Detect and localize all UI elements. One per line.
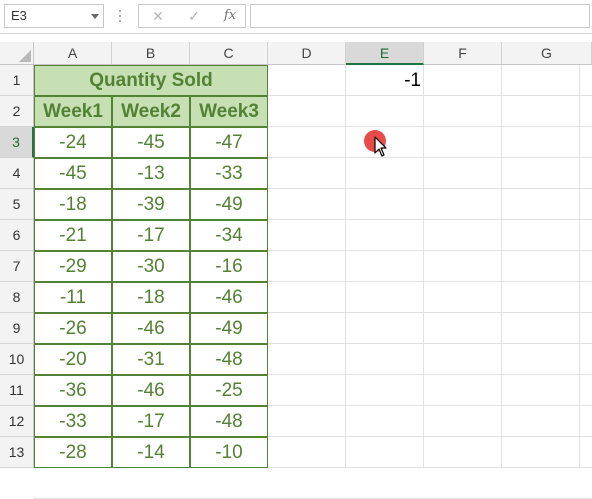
- data-cell[interactable]: -47: [190, 127, 268, 158]
- chevron-down-icon[interactable]: [91, 14, 99, 19]
- table-title-cell[interactable]: Quantity Sold: [34, 65, 268, 96]
- select-all-button[interactable]: [0, 42, 34, 65]
- data-cell[interactable]: -17: [112, 220, 190, 251]
- week-header-cell[interactable]: Week2: [112, 96, 190, 127]
- data-cell[interactable]: -18: [34, 189, 112, 220]
- column-header-e[interactable]: E: [346, 42, 424, 65]
- data-cell[interactable]: -24: [34, 127, 112, 158]
- data-cell[interactable]: -49: [190, 313, 268, 344]
- data-cell[interactable]: -46: [112, 313, 190, 344]
- row-header-8[interactable]: 8: [0, 282, 34, 313]
- data-cell[interactable]: -11: [34, 282, 112, 313]
- row-header-5[interactable]: 5: [0, 189, 34, 220]
- data-cell[interactable]: -18: [112, 282, 190, 313]
- row-header-7[interactable]: 7: [0, 251, 34, 282]
- data-cell[interactable]: -46: [112, 375, 190, 406]
- data-cell[interactable]: -48: [190, 344, 268, 375]
- formula-bar: E3 ✕ ✓ fx: [0, 0, 592, 33]
- data-cell[interactable]: -20: [34, 344, 112, 375]
- row-header-12[interactable]: 12: [0, 406, 34, 437]
- week-header-cell[interactable]: Week1: [34, 96, 112, 127]
- select-all-icon: [19, 50, 31, 62]
- row-header-4[interactable]: 4: [0, 158, 34, 189]
- cell-e1[interactable]: -1: [346, 65, 424, 96]
- row-header-9[interactable]: 9: [0, 313, 34, 344]
- column-header-c[interactable]: C: [190, 42, 268, 65]
- data-cell[interactable]: -46: [190, 282, 268, 313]
- enter-icon[interactable]: ✓: [179, 5, 209, 27]
- data-cell[interactable]: -10: [190, 437, 268, 468]
- data-cell[interactable]: -45: [112, 127, 190, 158]
- row-header-10[interactable]: 10: [0, 344, 34, 375]
- column-header-g[interactable]: G: [502, 42, 592, 65]
- formula-buttons: ✕ ✓ fx: [138, 4, 246, 28]
- data-cell[interactable]: -36: [34, 375, 112, 406]
- data-cell[interactable]: -49: [190, 189, 268, 220]
- data-cell[interactable]: -28: [34, 437, 112, 468]
- row-header-1[interactable]: 1: [0, 65, 34, 96]
- data-cell[interactable]: -25: [190, 375, 268, 406]
- data-cell[interactable]: -17: [112, 406, 190, 437]
- week-header-cell[interactable]: Week3: [190, 96, 268, 127]
- name-box[interactable]: E3: [4, 4, 104, 28]
- data-cell[interactable]: -33: [34, 406, 112, 437]
- column-header-a[interactable]: A: [34, 42, 112, 65]
- data-cell[interactable]: -30: [112, 251, 190, 282]
- formula-input[interactable]: [250, 4, 590, 28]
- row-header-13[interactable]: 13: [0, 437, 34, 468]
- row-header-3[interactable]: 3: [0, 127, 34, 158]
- data-cell[interactable]: -34: [190, 220, 268, 251]
- data-cell[interactable]: -13: [112, 158, 190, 189]
- name-box-value: E3: [11, 8, 27, 23]
- data-cell[interactable]: -29: [34, 251, 112, 282]
- drag-handle-icon[interactable]: [119, 10, 122, 24]
- mouse-pointer-icon: [374, 136, 387, 157]
- data-cell[interactable]: -45: [34, 158, 112, 189]
- data-cell[interactable]: -31: [112, 344, 190, 375]
- row-header-2[interactable]: 2: [0, 96, 34, 127]
- column-header-f[interactable]: F: [424, 42, 502, 65]
- data-cell[interactable]: -39: [112, 189, 190, 220]
- row-header-6[interactable]: 6: [0, 220, 34, 251]
- insert-function-icon[interactable]: fx: [215, 5, 245, 27]
- column-header-d[interactable]: D: [268, 42, 346, 65]
- row-header-11[interactable]: 11: [0, 375, 34, 406]
- data-cell[interactable]: -14: [112, 437, 190, 468]
- data-cell[interactable]: -21: [34, 220, 112, 251]
- data-cell[interactable]: -33: [190, 158, 268, 189]
- data-cell[interactable]: -16: [190, 251, 268, 282]
- column-header-b[interactable]: B: [112, 42, 190, 65]
- data-cell[interactable]: -26: [34, 313, 112, 344]
- cancel-icon[interactable]: ✕: [143, 5, 173, 27]
- divider: [0, 33, 592, 34]
- data-cell[interactable]: -48: [190, 406, 268, 437]
